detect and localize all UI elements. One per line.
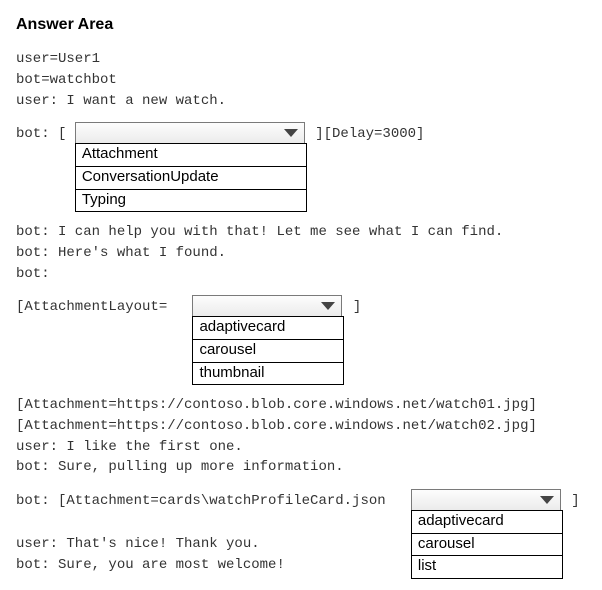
script-text: ][Delay=3000] bbox=[307, 122, 425, 145]
script-text: ] bbox=[563, 489, 580, 512]
script-text: ] bbox=[344, 295, 361, 318]
dropdown-2[interactable]: adaptivecard carousel thumbnail bbox=[192, 295, 344, 385]
dropdown-line-2: [AttachmentLayout= adaptivecard carousel… bbox=[16, 295, 586, 385]
chevron-down-icon bbox=[540, 496, 554, 504]
dropdown-option[interactable]: thumbnail bbox=[193, 363, 343, 385]
dropdown-line-1: bot: [ Attachment ConversationUpdate Typ… bbox=[16, 122, 586, 212]
script-line: bot: Sure, pulling up more information. bbox=[16, 458, 586, 478]
script-line: bot: I can help you with that! Let me se… bbox=[16, 223, 586, 243]
script-line: user: I like the first one. bbox=[16, 438, 586, 458]
script-text: bot: [Attachment=cards\watchProfileCard.… bbox=[16, 489, 411, 512]
script-text: bot: [ bbox=[16, 122, 75, 145]
script-text: [AttachmentLayout= bbox=[16, 295, 192, 318]
script-line: bot=watchbot bbox=[16, 71, 586, 91]
dropdown-option[interactable]: Attachment bbox=[76, 144, 306, 167]
dropdown-option[interactable]: ConversationUpdate bbox=[76, 167, 306, 190]
dropdown-option[interactable]: Typing bbox=[76, 190, 306, 212]
chevron-down-icon bbox=[284, 129, 298, 137]
script-line: bot: Here's what I found. bbox=[16, 244, 586, 264]
dropdown-option[interactable]: carousel bbox=[193, 340, 343, 363]
script-line: user: I want a new watch. bbox=[16, 92, 586, 112]
script-line: user=User1 bbox=[16, 50, 586, 70]
dropdown-option[interactable]: adaptivecard bbox=[412, 511, 562, 534]
script-line: [Attachment=https://contoso.blob.core.wi… bbox=[16, 417, 586, 437]
script-line: bot: bbox=[16, 265, 586, 285]
dropdown-3[interactable]: adaptivecard carousel list bbox=[411, 489, 563, 579]
script-line: [Attachment=https://contoso.blob.core.wi… bbox=[16, 396, 586, 416]
dropdown-option[interactable]: carousel bbox=[412, 534, 562, 557]
dropdown-option[interactable]: list bbox=[412, 556, 562, 578]
page-title: Answer Area bbox=[16, 14, 586, 36]
dropdown-1[interactable]: Attachment ConversationUpdate Typing bbox=[75, 122, 307, 212]
chevron-down-icon bbox=[321, 302, 335, 310]
dropdown-option[interactable]: adaptivecard bbox=[193, 317, 343, 340]
